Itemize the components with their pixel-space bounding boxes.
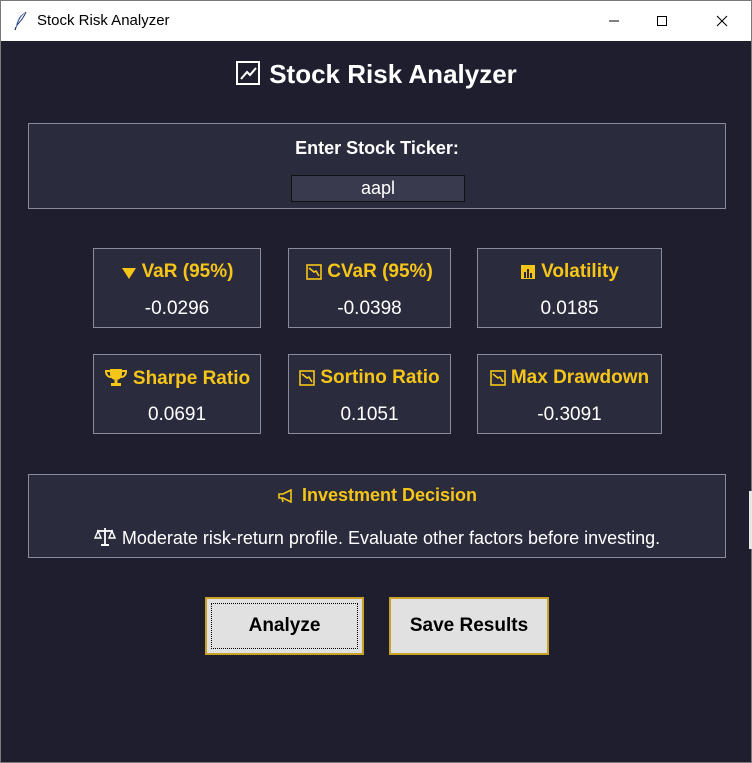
metric-value: 0.0185 xyxy=(540,298,599,319)
ticker-panel: Enter Stock Ticker: xyxy=(28,123,726,209)
main-content: Stock Risk Analyzer Enter Stock Ticker: … xyxy=(1,41,751,762)
page-title-text: Stock Risk Analyzer xyxy=(269,59,517,89)
scales-icon xyxy=(93,528,116,546)
decision-text: Moderate risk-return profile. Evaluate o… xyxy=(29,527,725,549)
decision-panel: Investment Decision Moderate risk-return… xyxy=(28,474,726,558)
metric-value: -0.3091 xyxy=(537,404,602,425)
minimize-button[interactable] xyxy=(591,1,637,41)
metric-card-volatility: Volatility 0.0185 xyxy=(477,248,662,328)
metric-card-cvar: CVaR (95%) -0.0398 xyxy=(288,248,451,328)
chart-checkbox-icon xyxy=(235,60,261,93)
metric-label: VaR (95%) xyxy=(141,261,234,282)
maximize-button[interactable] xyxy=(639,1,685,41)
bar-chart-icon xyxy=(521,265,536,279)
chart-down-icon xyxy=(490,370,506,386)
minimize-icon xyxy=(609,20,619,22)
metric-label: Sortino Ratio xyxy=(320,367,440,388)
ticker-input[interactable] xyxy=(291,175,465,202)
analyze-button[interactable]: Analyze xyxy=(205,597,364,655)
maximize-icon xyxy=(657,16,667,26)
title-bar: Stock Risk Analyzer xyxy=(1,1,751,41)
analyze-button-label: Analyze xyxy=(248,615,321,636)
metric-label: CVaR (95%) xyxy=(327,261,433,282)
chart-down-icon xyxy=(299,370,316,386)
down-triangle-icon xyxy=(121,268,136,279)
metric-card-max-drawdown: Max Drawdown -0.3091 xyxy=(477,354,662,434)
metric-label: Max Drawdown xyxy=(510,367,650,388)
trophy-icon xyxy=(104,369,127,386)
decision-title: Investment Decision xyxy=(29,485,725,506)
megaphone-icon xyxy=(278,489,292,503)
metric-value: 0.1051 xyxy=(340,404,399,425)
metric-label: Volatility xyxy=(541,261,619,282)
metric-value: -0.0296 xyxy=(144,298,210,319)
page-title: Stock Risk Analyzer xyxy=(1,59,751,93)
decision-title-text: Investment Decision xyxy=(301,485,478,505)
metric-card-var: VaR (95%) -0.0296 xyxy=(93,248,261,328)
save-button-label: Save Results xyxy=(409,615,529,636)
close-button[interactable] xyxy=(699,1,745,41)
metric-card-sharpe: Sharpe Ratio 0.0691 xyxy=(93,354,261,434)
decision-text-value: Moderate risk-return profile. Evaluate o… xyxy=(121,528,661,548)
save-results-button[interactable]: Save Results xyxy=(389,597,549,655)
chart-down-icon xyxy=(306,264,322,280)
window-title: Stock Risk Analyzer xyxy=(37,12,170,29)
close-icon xyxy=(716,15,728,27)
ticker-label: Enter Stock Ticker: xyxy=(295,138,459,158)
app-window: Stock Risk Analyzer Stock Risk Analyzer … xyxy=(0,0,752,763)
metric-value: 0.0691 xyxy=(147,404,207,425)
metric-value: -0.0398 xyxy=(337,298,402,319)
metric-label: Sharpe Ratio xyxy=(132,368,251,389)
metric-card-sortino: Sortino Ratio 0.1051 xyxy=(288,354,451,434)
feather-icon xyxy=(13,11,29,31)
